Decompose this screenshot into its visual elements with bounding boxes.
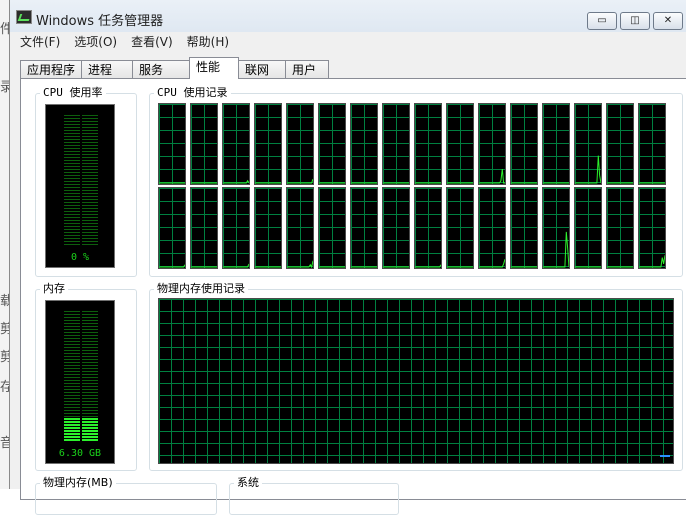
cpu-core-line xyxy=(479,168,505,184)
cpu-core-graph xyxy=(574,187,602,269)
menu-view[interactable]: 查看(V) xyxy=(131,33,173,53)
tab-applications[interactable]: 应用程序 xyxy=(20,60,83,79)
cpu-core-graph xyxy=(510,103,538,185)
tab-networking[interactable]: 联网 xyxy=(238,60,287,79)
cpu-core-graph xyxy=(638,103,666,185)
restore-button[interactable]: ◫ xyxy=(620,12,650,30)
cpu-core-graph xyxy=(254,187,282,269)
memory-group: 内存 6.30 GB xyxy=(35,282,137,471)
cpu-core-graph xyxy=(446,187,474,269)
caption-buttons: ▭ ◫ ✕ xyxy=(587,12,683,30)
cpu-core-graph xyxy=(350,103,378,185)
cpu-core-graph xyxy=(606,187,634,269)
system-group: 系统 xyxy=(229,476,399,515)
cpu-core-line xyxy=(287,260,313,268)
cpu-core-graph xyxy=(254,103,282,185)
tab-strip: 应用程序 进程 服务 性能 联网 用户 xyxy=(20,57,330,79)
cpu-core-line xyxy=(223,263,249,268)
cpu-core-graph xyxy=(478,187,506,269)
memory-label: 内存 xyxy=(40,282,68,296)
memory-bar xyxy=(64,311,98,441)
cpu-core-graph xyxy=(382,187,410,269)
tab-services[interactable]: 服务 xyxy=(132,60,191,79)
cpu-usage-value: 0 % xyxy=(70,252,90,263)
cpu-core-graph xyxy=(574,103,602,185)
menu-file[interactable]: 文件(F) xyxy=(20,33,60,53)
task-manager-icon xyxy=(16,10,32,24)
cpu-core-graph xyxy=(222,187,250,269)
cpu-core-graph xyxy=(510,187,538,269)
cpu-core-line xyxy=(479,259,505,268)
cpu-core-graph xyxy=(542,187,570,269)
cpu-core-graph xyxy=(222,103,250,185)
cpu-core-line xyxy=(415,264,441,268)
cpu-core-line xyxy=(543,231,569,268)
cpu-core-graph xyxy=(318,103,346,185)
cpu-core-line xyxy=(639,255,665,268)
cpu-core-graph xyxy=(446,103,474,185)
performance-panel: CPU 使用率 0 % CPU 使用记录 内存 6.30 GB 物理内存使用记录… xyxy=(20,78,686,515)
window-title: Windows 任务管理器 xyxy=(36,14,164,29)
cpu-core-graph xyxy=(638,187,666,269)
cpu-usage-bar xyxy=(64,115,98,245)
title-bar[interactable]: Windows 任务管理器 ▭ ◫ ✕ xyxy=(10,0,686,32)
memory-meter: 6.30 GB xyxy=(45,300,115,464)
cpu-core-graph xyxy=(606,103,634,185)
menu-help[interactable]: 帮助(H) xyxy=(187,33,229,53)
task-manager-window: Windows 任务管理器 ▭ ◫ ✕ 文件(F) 选项(O) 查看(V) 帮助… xyxy=(9,0,686,515)
cpu-core-graph xyxy=(478,103,506,185)
system-label: 系统 xyxy=(234,476,262,490)
physical-memory-label: 物理内存(MB) xyxy=(40,476,116,490)
cpu-history-group: CPU 使用记录 xyxy=(149,86,683,277)
cpu-core-graph xyxy=(286,187,314,269)
memory-fill xyxy=(64,417,98,441)
cpu-core-graph xyxy=(318,187,346,269)
memory-history-marker xyxy=(660,454,670,457)
cpu-core-line xyxy=(287,178,313,184)
tab-processes[interactable]: 进程 xyxy=(81,60,134,79)
cpu-core-graph xyxy=(190,187,218,269)
minimize-button[interactable]: ▭ xyxy=(587,12,617,30)
cpu-core-graph xyxy=(158,187,186,269)
cpu-history-label: CPU 使用记录 xyxy=(154,86,231,100)
cpu-core-line xyxy=(159,264,185,268)
tab-users[interactable]: 用户 xyxy=(285,60,330,79)
menu-bar: 文件(F) 选项(O) 查看(V) 帮助(H) xyxy=(10,33,686,53)
cpu-core-graph xyxy=(414,103,442,185)
cpu-core-graph xyxy=(382,103,410,185)
cpu-core-graph xyxy=(286,103,314,185)
cpu-core-line xyxy=(223,179,249,184)
cpu-core-graph xyxy=(414,187,442,269)
physical-memory-group: 物理内存(MB) xyxy=(35,476,217,515)
cpu-usage-meter: 0 % xyxy=(45,104,115,268)
cpu-core-graph xyxy=(190,103,218,185)
memory-history-graph xyxy=(158,298,674,464)
memory-value: 6.30 GB xyxy=(58,448,102,459)
cpu-usage-group: CPU 使用率 0 % xyxy=(35,86,137,277)
memory-history-label: 物理内存使用记录 xyxy=(154,282,248,296)
menu-options[interactable]: 选项(O) xyxy=(74,33,117,53)
memory-history-group: 物理内存使用记录 xyxy=(149,282,683,471)
cpu-core-graph xyxy=(350,187,378,269)
tab-performance[interactable]: 性能 xyxy=(189,57,240,79)
cpu-core-line xyxy=(575,155,601,184)
cpu-usage-label: CPU 使用率 xyxy=(40,86,106,100)
cpu-core-graph xyxy=(158,103,186,185)
close-button[interactable]: ✕ xyxy=(653,12,683,30)
cpu-core-graph xyxy=(542,103,570,185)
